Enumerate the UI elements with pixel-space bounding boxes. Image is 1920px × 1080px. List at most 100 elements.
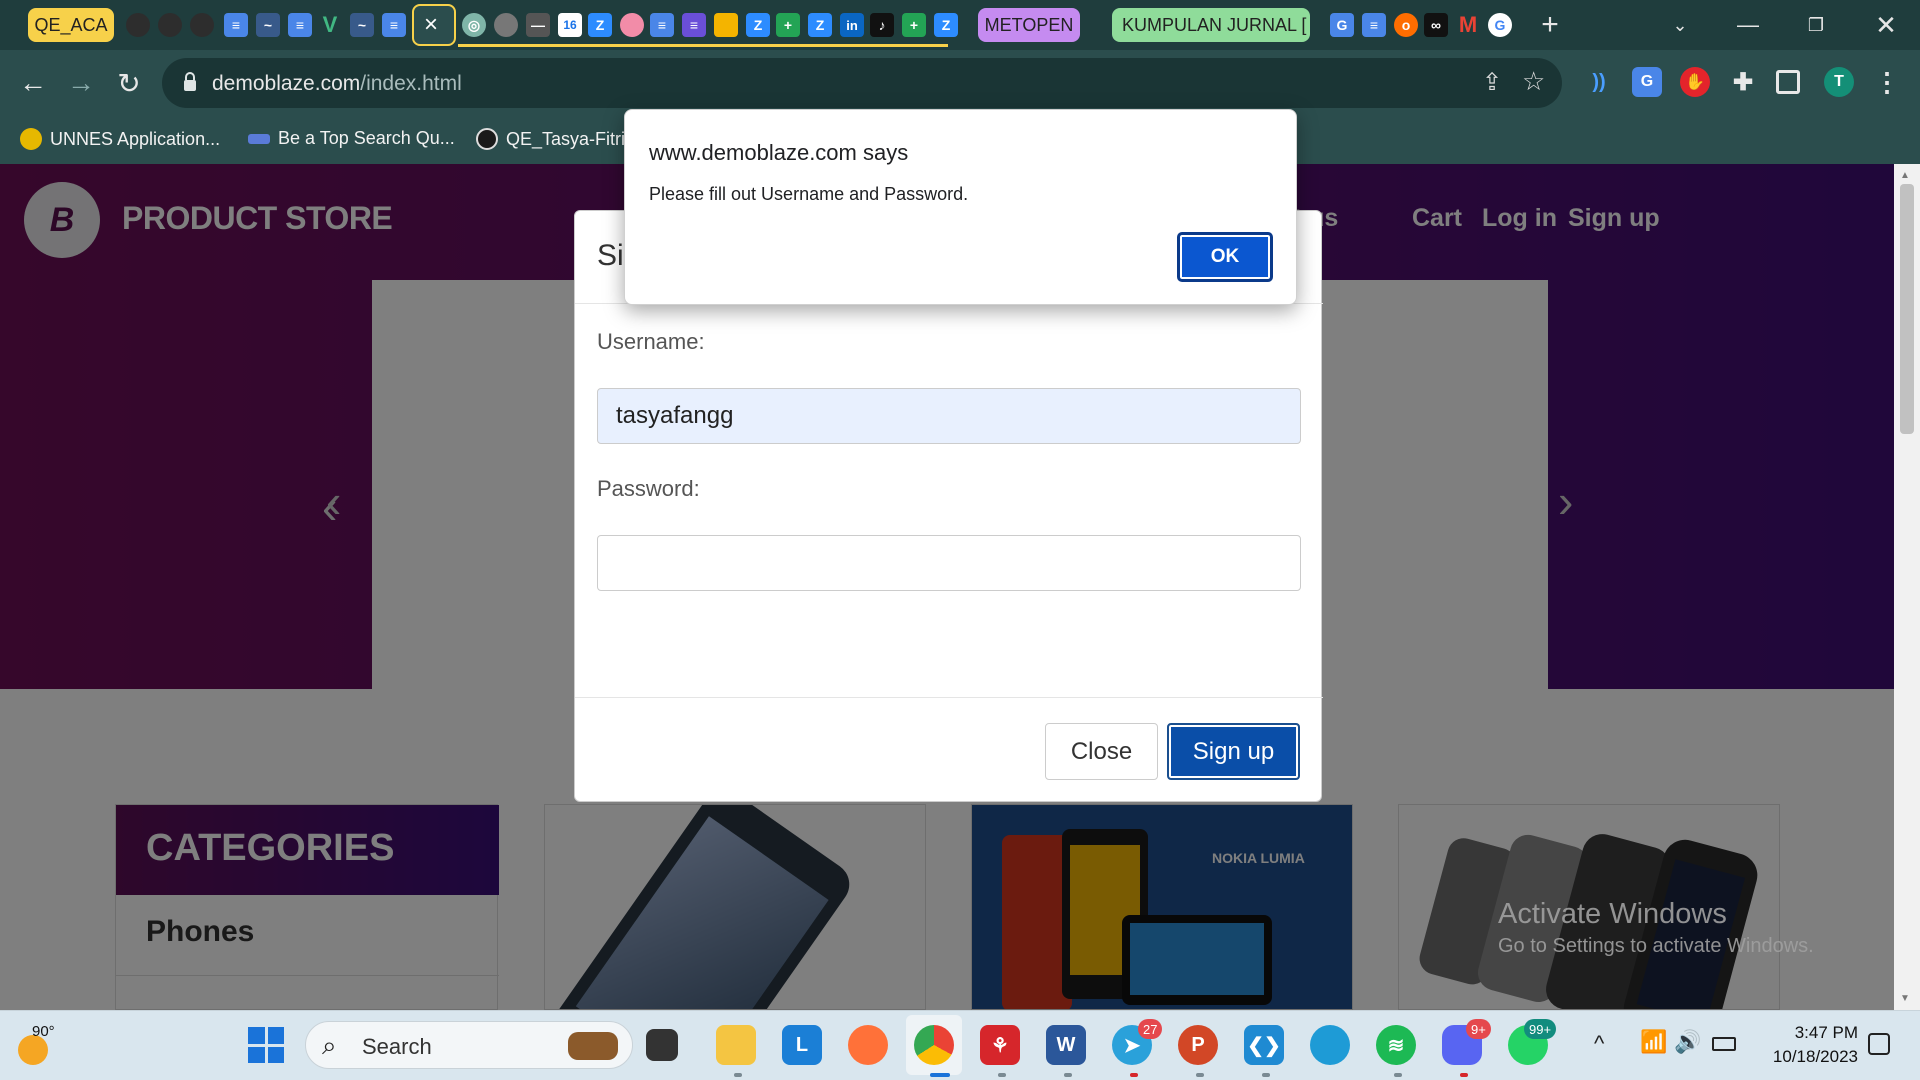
edge-icon[interactable] [1310, 1025, 1350, 1065]
battery-icon[interactable] [1712, 1037, 1736, 1051]
github-tab-icon[interactable] [158, 13, 182, 37]
lock-icon [184, 72, 196, 91]
scrollbar-thumb[interactable] [1900, 184, 1914, 434]
bookmark-github-qe[interactable]: QE_Tasya-Fitria [476, 128, 635, 150]
calendar-tab-icon[interactable]: 16 [558, 13, 582, 37]
address-bar[interactable]: demoblaze.com/index.html ⇪ ☆ [162, 58, 1562, 108]
tab-group-underline [458, 44, 948, 47]
modal-footer-divider [575, 697, 1323, 698]
bookmark-search-quality[interactable]: Be a Top Search Qu... [248, 128, 455, 149]
read-aloud-extension-icon[interactable]: )) [1584, 67, 1614, 97]
page-scrollbar[interactable]: ▲ ▼ [1894, 164, 1920, 1010]
bookmark-unnes[interactable]: UNNES Application... [20, 128, 220, 150]
scroll-down-arrow-icon[interactable]: ▼ [1900, 993, 1910, 1004]
share-icon[interactable]: ⇪ [1482, 68, 1502, 97]
chrome-icon[interactable] [914, 1025, 954, 1065]
weather-widget[interactable]: 90° [14, 1023, 74, 1069]
telegram-badge: 27 [1138, 1019, 1163, 1039]
username-field[interactable] [597, 388, 1301, 444]
back-arrow-icon[interactable]: ← [14, 64, 52, 102]
running-indicator [930, 1073, 950, 1077]
task-view-icon[interactable] [646, 1029, 678, 1061]
extensions-puzzle-icon[interactable]: ✚ [1728, 67, 1758, 97]
notifications-icon[interactable] [1868, 1033, 1890, 1055]
active-tab[interactable]: × [412, 4, 456, 46]
google-tab-icon[interactable]: G [1488, 13, 1512, 37]
zoom-tab-icon[interactable]: Z [588, 13, 612, 37]
gmail-tab-icon[interactable]: M [1456, 12, 1480, 37]
plus-green-tab-icon[interactable]: + [776, 13, 800, 37]
vue-tab-icon[interactable]: V [318, 12, 342, 37]
google-docs-tab-icon[interactable]: ≡ [288, 13, 312, 37]
new-tab-button[interactable]: + [1530, 8, 1570, 42]
mendeley-icon[interactable]: ⚘ [980, 1025, 1020, 1065]
scroll-up-arrow-icon[interactable]: ▲ [1900, 170, 1910, 181]
chrome-menu-icon[interactable]: ⋮ [1872, 67, 1902, 97]
site-tab-icon[interactable]: — [526, 13, 550, 37]
spotify-icon[interactable]: ≋ [1376, 1025, 1416, 1065]
list-tab-icon[interactable]: ≡ [682, 13, 706, 37]
google-docs-tab-icon[interactable]: ≡ [650, 13, 674, 37]
plus-green-tab-icon[interactable]: + [902, 13, 926, 37]
firefox-icon[interactable] [848, 1025, 888, 1065]
l-app-icon[interactable]: L [782, 1025, 822, 1065]
chart-tab-icon[interactable]: ~ [350, 13, 374, 37]
tiktok-tab-icon[interactable]: ♪ [870, 13, 894, 37]
profile-avatar[interactable]: T [1824, 67, 1854, 97]
chart-tab-icon[interactable]: ~ [256, 13, 280, 37]
side-panel-icon[interactable] [1776, 70, 1800, 94]
alert-ok-button[interactable]: OK [1177, 232, 1273, 282]
start-windows-icon[interactable] [248, 1027, 284, 1063]
vscode-icon[interactable]: ❮❯ [1244, 1025, 1284, 1065]
tab-group-metopen[interactable]: METOPEN [978, 8, 1080, 42]
zoom-tab-icon[interactable]: Z [746, 13, 770, 37]
github-tab-icon[interactable] [190, 13, 214, 37]
zoom-tab-icon[interactable]: Z [808, 13, 832, 37]
slides-tab-icon[interactable] [714, 13, 738, 37]
translate-extension-icon[interactable]: G [1632, 67, 1662, 97]
brain-tab-icon[interactable] [620, 13, 644, 37]
restore-button[interactable]: ❐ [1796, 8, 1836, 42]
file-explorer-icon[interactable] [716, 1025, 756, 1065]
tab-group-qe-aca[interactable]: QE_ACA [28, 8, 114, 42]
chatgpt-tab-icon[interactable]: ◎ [462, 13, 486, 37]
tab-group-kumpulan-jurnal[interactable]: KUMPULAN JURNAL [ [1112, 8, 1310, 42]
search-quality-icon [248, 133, 270, 144]
linkedin-tab-icon[interactable]: in [840, 13, 864, 37]
taskbar-search-input[interactable]: ⌕ Search [305, 1021, 633, 1069]
powerpoint-icon[interactable]: P [1178, 1025, 1218, 1065]
tab-search-chevron-icon[interactable]: ⌄ [1660, 8, 1700, 42]
watermark-title: Activate Windows [1498, 898, 1727, 930]
close-button[interactable]: Close [1045, 723, 1158, 780]
translate-tab-icon[interactable]: G [1330, 13, 1354, 37]
forward-arrow-icon[interactable]: → [62, 64, 100, 102]
bookmark-label: Be a Top Search Qu... [278, 128, 455, 148]
adblock-extension-icon[interactable]: ✋ [1680, 67, 1710, 97]
reload-icon[interactable]: ↻ [110, 64, 148, 102]
google-docs-tab-icon[interactable]: ≡ [224, 13, 248, 37]
zoom-tab-icon[interactable]: Z [934, 13, 958, 37]
word-icon[interactable]: W [1046, 1025, 1086, 1065]
system-clock[interactable]: 3:47 PM 10/18/2023 [1758, 1021, 1858, 1069]
password-label: Password: [597, 476, 700, 501]
sign-up-button[interactable]: Sign up [1167, 723, 1300, 780]
alert-title: www.demoblaze.com says [649, 140, 909, 165]
username-label: Username: [597, 329, 705, 354]
search-icon: ⌕ [322, 1030, 337, 1060]
bookmark-star-icon[interactable]: ☆ [1522, 66, 1545, 97]
close-window-button[interactable]: ✕ [1866, 8, 1906, 42]
clock-date: 10/18/2023 [1772, 1047, 1858, 1066]
volume-icon[interactable]: 🔊 [1674, 1029, 1701, 1055]
minimize-button[interactable]: — [1728, 8, 1768, 42]
show-hidden-icons-chevron-icon[interactable]: ^ [1594, 1031, 1604, 1057]
wifi-icon[interactable]: 📶 [1640, 1029, 1667, 1055]
google-docs-tab-icon[interactable]: ≡ [1362, 13, 1386, 37]
github-tab-icon[interactable] [126, 13, 150, 37]
password-field[interactable] [597, 535, 1301, 591]
globe-tab-icon[interactable] [494, 13, 518, 37]
google-docs-tab-icon[interactable]: ≡ [382, 13, 406, 37]
close-tab-icon[interactable]: × [424, 11, 438, 39]
orange-tab-icon[interactable]: o [1394, 13, 1418, 37]
running-indicator [1130, 1073, 1138, 1077]
infinity-tab-icon[interactable]: ∞ [1424, 13, 1448, 37]
